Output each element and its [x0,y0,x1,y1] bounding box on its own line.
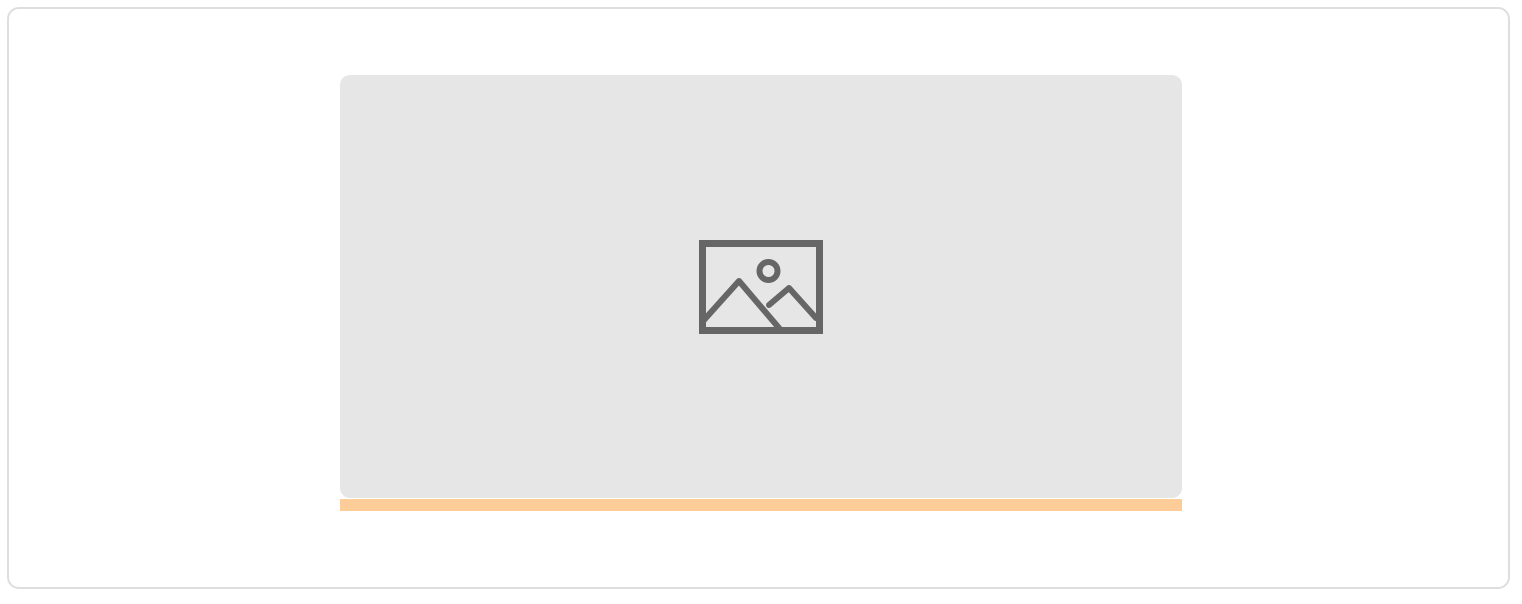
page [0,0,1522,604]
image-placeholder-card[interactable] [340,75,1182,498]
accent-bar [340,499,1182,511]
image-placeholder-icon [699,240,823,334]
